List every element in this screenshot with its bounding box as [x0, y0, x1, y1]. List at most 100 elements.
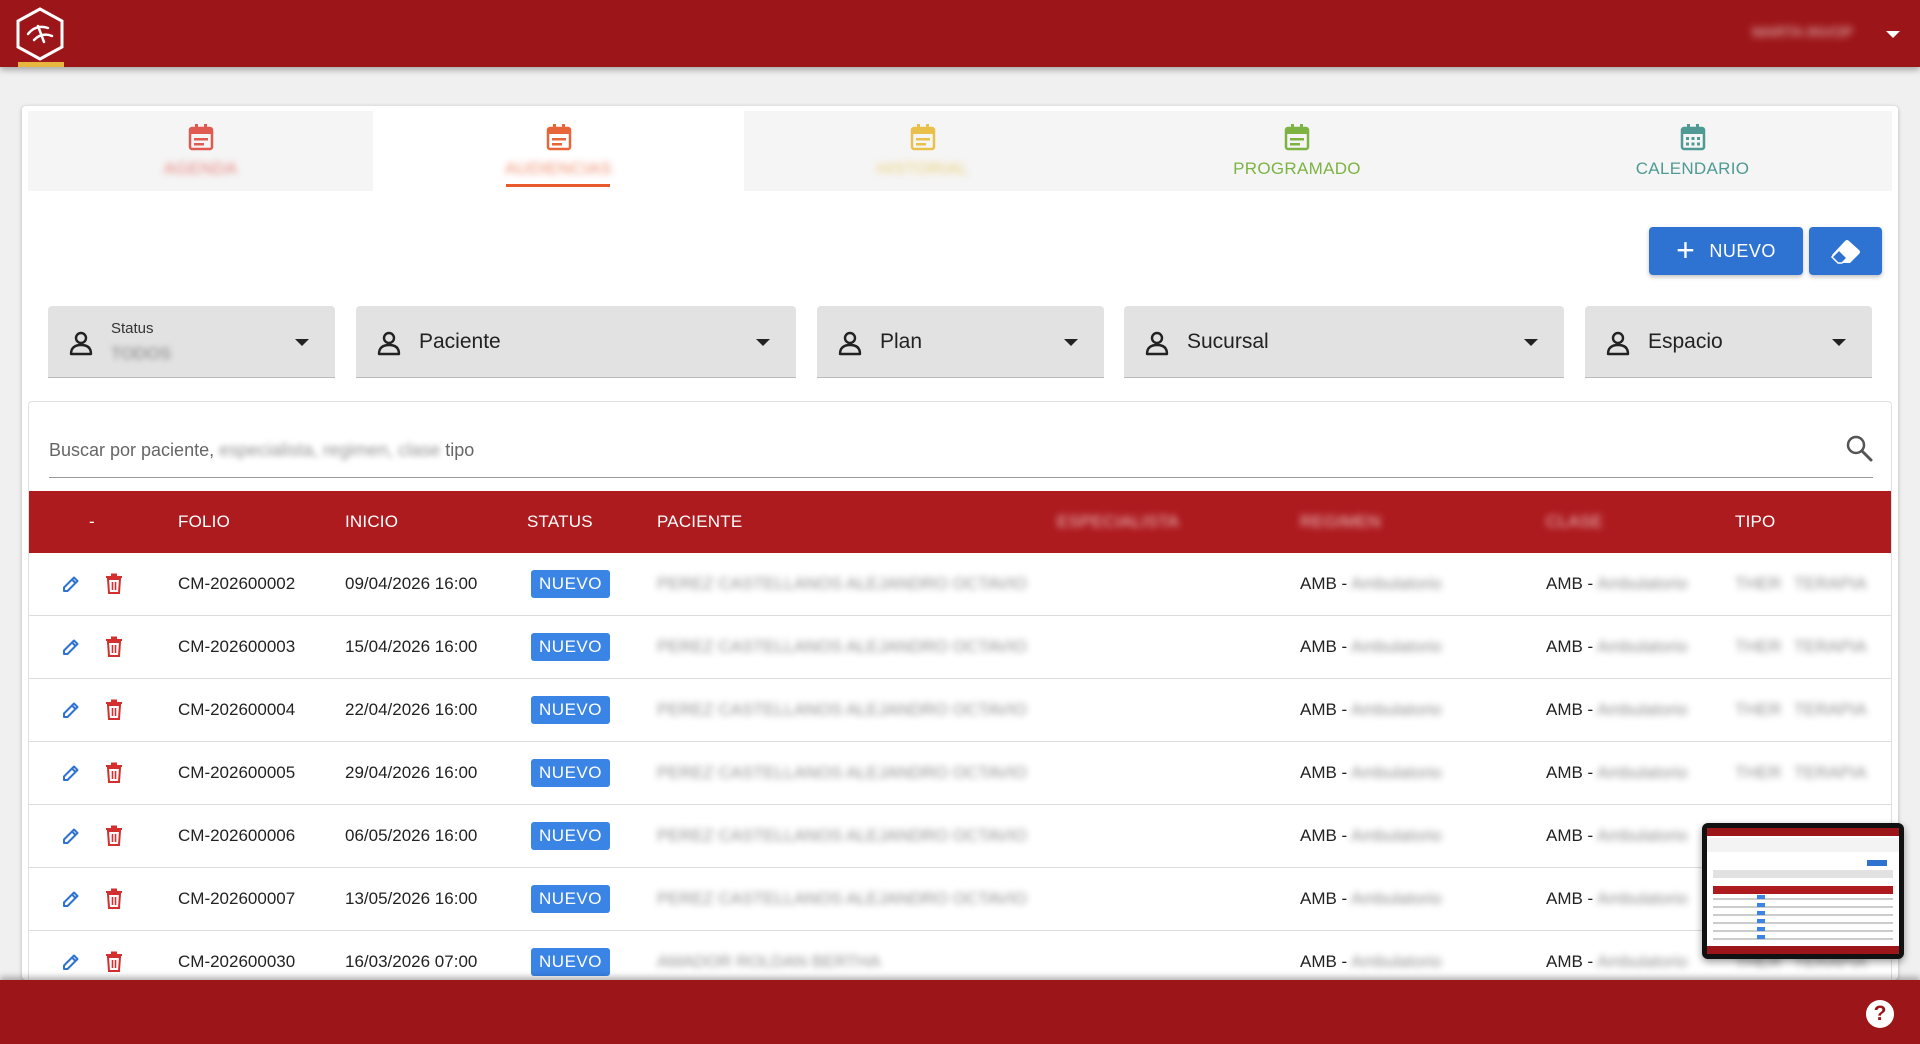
bottom-app-bar: ? [0, 980, 1920, 1044]
column-header-folio[interactable]: FOLIO [178, 512, 230, 532]
tab-label: HISTORIAL [876, 159, 969, 178]
edit-icon[interactable] [61, 637, 81, 657]
user-name[interactable]: MARTA INVOP [1752, 24, 1864, 42]
column-header-inicio[interactable]: INICIO [345, 512, 398, 532]
tipo-desc-cell: TERAPIA [1794, 763, 1867, 782]
regimen-code-cell: AMB - [1300, 763, 1348, 782]
column-header-clase[interactable]: CLASE [1546, 512, 1603, 532]
search-placeholder-prefix: Buscar por paciente, [49, 440, 215, 460]
status-badge: NUEVO [531, 885, 610, 913]
tab-bar: AGENDA AUDIENCIAS HISTORIAL PROGRAMADO C… [28, 111, 1892, 191]
regimen-code-cell: AMB - [1300, 637, 1348, 656]
column-header-status[interactable]: STATUS [527, 512, 593, 532]
inicio-cell: 15/04/2026 16:00 [345, 637, 478, 656]
tab-audiencias[interactable]: AUDIENCIAS [373, 111, 744, 191]
help-icon[interactable]: ? [1866, 1000, 1894, 1028]
status-badge: NUEVO [531, 696, 610, 724]
edit-icon[interactable] [61, 889, 81, 909]
clase-desc-cell: Ambulatorio [1597, 952, 1688, 971]
clase-code-cell: AMB - [1546, 574, 1594, 593]
inicio-cell: 09/04/2026 16:00 [345, 574, 478, 593]
column-header-especialista[interactable]: ESPECIALISTA [1057, 512, 1179, 532]
paciente-filter-select[interactable]: Paciente [356, 306, 796, 378]
person-icon [1606, 331, 1630, 356]
paciente-cell: AMADOR ROLDAN BERTHA [657, 952, 881, 971]
table-row[interactable]: CM-202600005 29/04/2026 16:00 NUEVO PEREZ C… [29, 742, 1891, 805]
folio-cell: CM-202600005 [178, 763, 296, 782]
edit-icon[interactable] [61, 700, 81, 720]
tab-historial[interactable]: HISTORIAL [744, 111, 1101, 191]
audiencias-table: Buscar por paciente, especialista, regim… [28, 401, 1892, 980]
tab-programado[interactable]: PROGRAMADO [1101, 111, 1493, 191]
folio-cell: CM-202600006 [178, 826, 296, 845]
person-icon [838, 331, 862, 356]
delete-icon[interactable] [105, 888, 123, 910]
plus-icon: + [1676, 231, 1696, 268]
edit-icon[interactable] [61, 826, 81, 846]
delete-icon[interactable] [105, 636, 123, 658]
delete-icon[interactable] [105, 699, 123, 721]
clear-filters-button[interactable] [1809, 227, 1882, 275]
status-filter-select[interactable]: Status TODOS [48, 306, 335, 378]
tipo-code-cell: THER [1735, 763, 1782, 782]
delete-icon[interactable] [105, 951, 123, 973]
tab-agenda[interactable]: AGENDA [28, 111, 373, 191]
clase-desc-cell: Ambulatorio [1597, 826, 1688, 845]
clase-code-cell: AMB - [1546, 763, 1594, 782]
tab-label: PROGRAMADO [1233, 159, 1361, 178]
edit-icon[interactable] [61, 952, 81, 972]
search-icon[interactable] [1845, 434, 1873, 462]
user-menu-caret-icon[interactable] [1886, 31, 1900, 38]
person-icon [377, 331, 401, 356]
sucursal-filter-select[interactable]: Sucursal [1124, 306, 1564, 378]
tab-calendario[interactable]: CALENDARIO [1493, 111, 1892, 191]
table-row[interactable]: CM-202600004 22/04/2026 16:00 NUEVO PEREZ C… [29, 679, 1891, 742]
plan-filter-select[interactable]: Plan [817, 306, 1104, 378]
main-card: AGENDA AUDIENCIAS HISTORIAL PROGRAMADO C… [22, 106, 1898, 980]
table-row[interactable]: CM-202600007 13/05/2026 16:00 NUEVO PEREZ C… [29, 868, 1891, 931]
calendar-icon [910, 124, 935, 151]
status-filter-label: Status [111, 320, 154, 337]
clase-desc-cell: Ambulatorio [1597, 889, 1688, 908]
column-header-paciente[interactable]: PACIENTE [657, 512, 742, 532]
folio-cell: CM-202600002 [178, 574, 296, 593]
status-badge: NUEVO [531, 822, 610, 850]
inicio-cell: 22/04/2026 16:00 [345, 700, 478, 719]
regimen-desc-cell: Ambulatorio [1351, 637, 1442, 656]
calendar-icon [546, 124, 571, 151]
app-logo[interactable] [14, 6, 66, 62]
delete-icon[interactable] [105, 762, 123, 784]
delete-icon[interactable] [105, 573, 123, 595]
column-header-tipo[interactable]: TIPO [1735, 512, 1775, 532]
eraser-icon [1830, 240, 1860, 264]
screen-preview-thumbnail[interactable] [1702, 823, 1904, 959]
table-row[interactable]: CM-202600030 16/03/2026 07:00 NUEVO AMADOR … [29, 931, 1891, 980]
table-row[interactable]: CM-202600006 06/05/2026 16:00 NUEVO PEREZ C… [29, 805, 1891, 868]
tipo-desc-cell: TERAPIA [1794, 637, 1867, 656]
calendar-grid-icon [1680, 124, 1705, 151]
status-badge: NUEVO [531, 759, 610, 787]
table-row[interactable]: CM-202600003 15/04/2026 16:00 NUEVO PEREZ C… [29, 616, 1891, 679]
search-placeholder-hidden: especialista, regimen, clase [219, 440, 441, 460]
new-button[interactable]: + NUEVO [1649, 227, 1803, 275]
espacio-filter-select[interactable]: Espacio [1585, 306, 1872, 378]
clase-desc-cell: Ambulatorio [1597, 637, 1688, 656]
sucursal-filter-label: Sucursal [1187, 330, 1269, 353]
paciente-cell: PEREZ CASTELLANOS ALEJANDRO OCTAVIO [657, 826, 1027, 845]
folio-cell: CM-202600004 [178, 700, 296, 719]
regimen-desc-cell: Ambulatorio [1351, 763, 1442, 782]
table-row[interactable]: CM-202600002 09/04/2026 16:00 NUEVO PEREZ C… [29, 553, 1891, 616]
column-header-regimen[interactable]: REGIMEN [1300, 512, 1381, 532]
thumbnail-content [1707, 828, 1899, 954]
chevron-down-icon [1064, 339, 1078, 346]
edit-icon[interactable] [61, 763, 81, 783]
plan-filter-label: Plan [880, 330, 923, 353]
clase-desc-cell: Ambulatorio [1597, 574, 1688, 593]
edit-icon[interactable] [61, 574, 81, 594]
clase-code-cell: AMB - [1546, 637, 1594, 656]
regimen-desc-cell: Ambulatorio [1351, 574, 1442, 593]
chevron-down-icon [295, 339, 309, 346]
status-badge: NUEVO [531, 570, 610, 598]
delete-icon[interactable] [105, 825, 123, 847]
search-input[interactable]: Buscar por paciente, especialista, regim… [49, 422, 1873, 478]
